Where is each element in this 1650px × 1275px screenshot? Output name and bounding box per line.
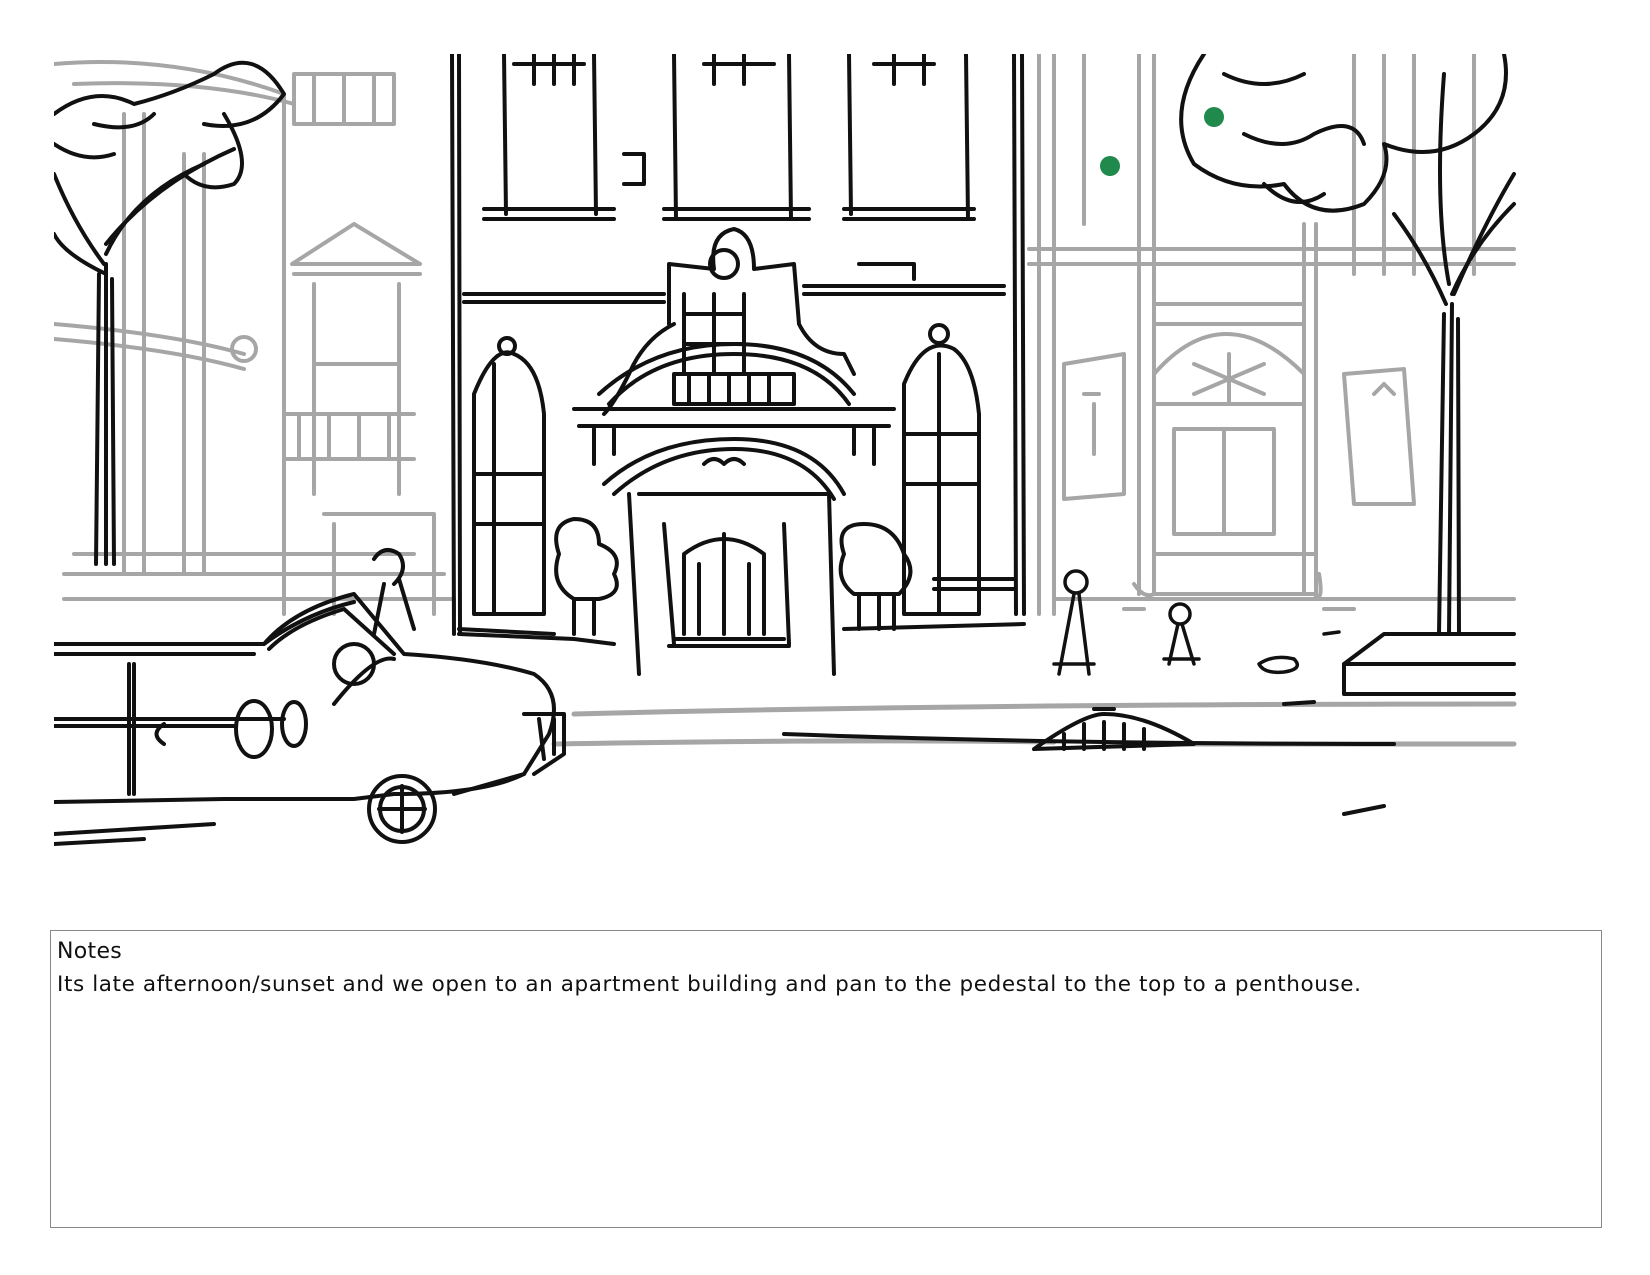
street-lines <box>551 701 1517 747</box>
street-sketch <box>54 54 1517 846</box>
left-tree <box>54 60 286 566</box>
storyboard-frame <box>54 54 1600 890</box>
apartment-building <box>450 54 1026 676</box>
car <box>54 548 566 846</box>
notes-panel: Notes Its late afternoon/sunset and we o… <box>50 930 1602 1228</box>
pedestrians <box>1052 569 1341 676</box>
right-tree <box>1179 54 1516 636</box>
planter-box <box>1342 632 1516 696</box>
notes-body[interactable]: Its late afternoon/sunset and we open to… <box>57 967 1595 1003</box>
street-lines-ink <box>782 700 1396 816</box>
notes-title: Notes <box>57 939 123 964</box>
marker-dot <box>1100 156 1120 176</box>
marker-dot <box>1204 107 1224 127</box>
